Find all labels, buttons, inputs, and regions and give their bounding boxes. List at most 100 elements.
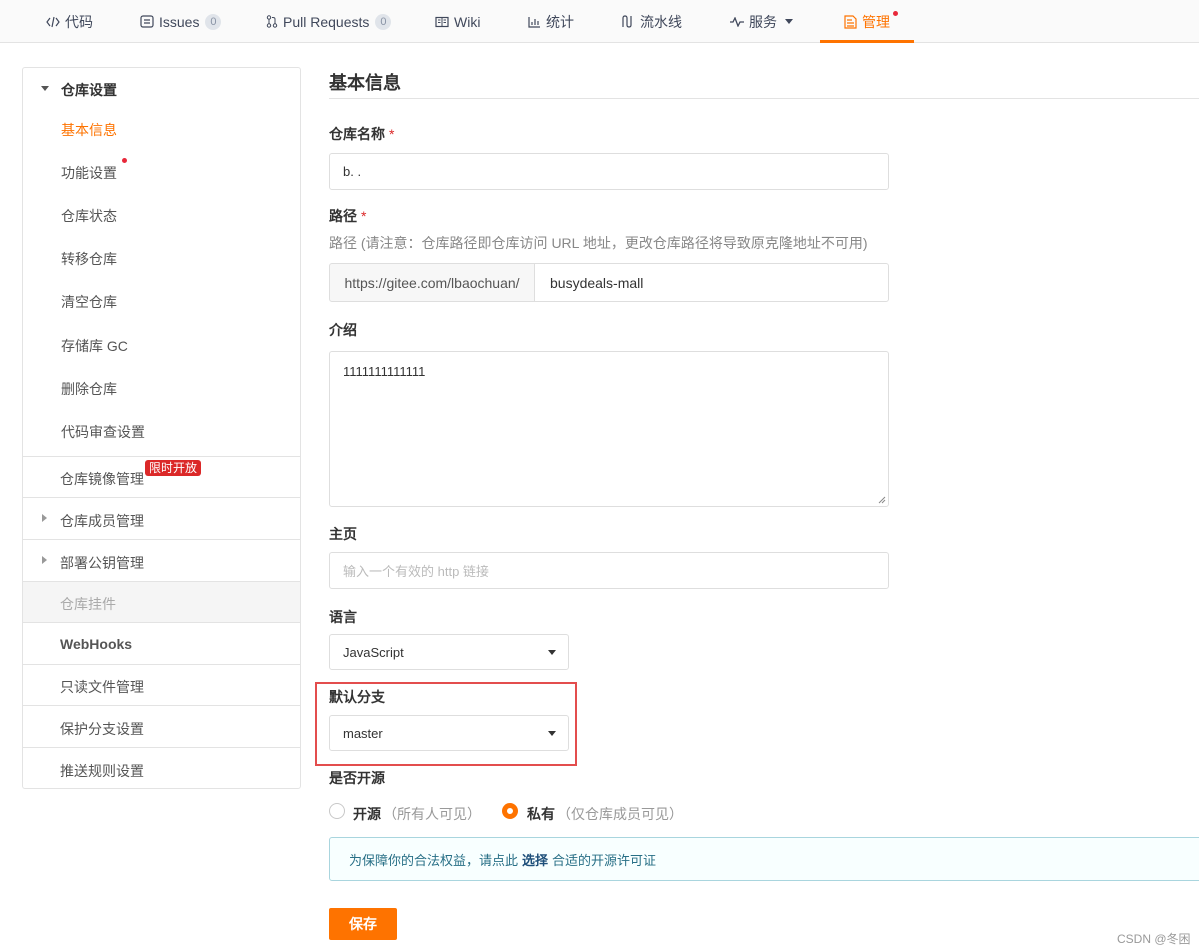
homepage-label: 主页 (329, 526, 357, 542)
pull-request-icon (266, 15, 278, 28)
sidebar-item-repo-status[interactable]: 仓库状态 (61, 206, 117, 226)
caret-right-icon (42, 514, 47, 522)
sidebar-section-push-rules-label: 推送规则设置 (60, 763, 144, 779)
pipeline-icon (621, 15, 635, 28)
tab-issues-label: Issues (159, 13, 200, 30)
radio-private-hint: （仅仓库成员可见） (557, 806, 683, 822)
intro-value: 1111111111111 (343, 364, 426, 379)
resize-grip-icon[interactable] (878, 496, 886, 504)
tab-code-label: 代码 (65, 13, 93, 30)
pull-requests-count-badge: 0 (375, 13, 392, 30)
repo-name-label-text: 仓库名称 (329, 126, 385, 142)
limited-open-badge: 限时开放 (145, 460, 202, 476)
tab-pipeline[interactable]: 流水线 (621, 0, 682, 43)
tab-stats-label: 统计 (546, 13, 574, 30)
sidebar-section-mirror-label: 仓库镜像管理 (60, 471, 144, 487)
service-icon (730, 16, 744, 27)
sidebar-section-members[interactable]: 仓库成员管理 (23, 497, 300, 539)
repo-tab-bar: 代码 Issues 0 Pull Requests 0 Wiki 统计 流水线 (0, 0, 1199, 43)
tab-service-label: 服务 (749, 13, 777, 30)
path-value: busydeals-mall (550, 274, 644, 291)
issues-icon (140, 15, 154, 28)
caret-down-icon (41, 86, 49, 91)
license-text-before: 为保障你的合法权益，请点此 (349, 852, 519, 868)
sidebar-section-widgets: 仓库挂件 (23, 581, 300, 622)
watermark: CSDN @冬困 (1117, 932, 1191, 946)
radio-open-label[interactable]: 开源 (353, 804, 381, 824)
dropdown-arrow-icon (548, 650, 556, 655)
chevron-down-icon (785, 19, 793, 24)
features-notification-dot (122, 158, 127, 163)
sidebar-item-basic-info[interactable]: 基本信息 (61, 120, 117, 140)
tab-service[interactable]: 服务 (730, 0, 793, 43)
language-value: JavaScript (343, 644, 404, 660)
sidebar-section-members-label: 仓库成员管理 (60, 513, 144, 529)
sidebar-section-webhooks-label: WebHooks (60, 636, 133, 652)
sidebar-item-transfer[interactable]: 转移仓库 (61, 249, 117, 269)
path-label-text: 路径 (329, 208, 357, 224)
language-select[interactable]: JavaScript (329, 634, 569, 670)
repo-name-label: 仓库名称 * (329, 124, 394, 144)
issues-count-badge: 0 (205, 13, 222, 30)
caret-right-icon (42, 556, 47, 564)
repo-name-input[interactable]: b. . (329, 153, 889, 190)
radio-open-hint: （所有人可见） (383, 806, 481, 822)
radio-private-label[interactable]: 私有 (527, 804, 555, 824)
sidebar-item-gc[interactable]: 存储库 GC (61, 336, 128, 356)
sidebar-section-readonly-files[interactable]: 只读文件管理 (23, 664, 300, 705)
homepage-input[interactable]: 输入一个有效的 http 链接 (329, 552, 889, 589)
tab-pipeline-label: 流水线 (640, 13, 682, 30)
active-tab-indicator (820, 40, 914, 43)
tab-stats[interactable]: 统计 (528, 0, 574, 43)
sidebar-section-mirror[interactable]: 仓库镜像管理 限时开放 (23, 456, 300, 497)
tab-wiki[interactable]: Wiki (435, 0, 480, 43)
default-branch-select[interactable]: master (329, 715, 569, 751)
sidebar-section-webhooks[interactable]: WebHooks (23, 622, 300, 664)
repo-name-value: b. . (343, 164, 362, 179)
sidebar-item-features[interactable]: 功能设置 (61, 163, 117, 183)
tab-pull-requests-label: Pull Requests (283, 13, 370, 30)
manage-notification-dot (893, 11, 898, 16)
required-mark: * (389, 126, 395, 142)
intro-label: 介绍 (329, 322, 357, 338)
sidebar-section-protected-branches-label: 保护分支设置 (60, 721, 144, 737)
sidebar-section-protected-branches[interactable]: 保护分支设置 (23, 705, 300, 747)
opensource-label: 是否开源 (329, 770, 385, 786)
stats-icon (528, 16, 541, 28)
language-label: 语言 (329, 609, 357, 625)
tab-manage-label: 管理 (862, 13, 890, 30)
manage-icon (844, 14, 857, 29)
default-branch-label: 默认分支 (329, 689, 385, 705)
path-hint: 路径 (请注意：仓库路径即仓库访问 URL 地址，更改仓库路径将导致原克隆地址不… (329, 235, 868, 251)
radio-open[interactable] (329, 803, 345, 819)
tab-issues[interactable]: Issues 0 (140, 0, 222, 43)
required-mark: * (361, 208, 367, 224)
sidebar-section-widgets-label: 仓库挂件 (60, 596, 116, 612)
license-select-link[interactable]: 选择 (522, 850, 548, 869)
radio-private[interactable] (502, 803, 518, 819)
homepage-placeholder: 输入一个有效的 http 链接 (343, 564, 489, 579)
sidebar-section-deploy-keys[interactable]: 部署公钥管理 (23, 539, 300, 581)
title-divider (329, 98, 1199, 99)
path-label: 路径 * (329, 206, 366, 226)
wiki-icon (435, 16, 449, 28)
sidebar-item-clear[interactable]: 清空仓库 (61, 292, 117, 312)
sidebar-section-readonly-files-label: 只读文件管理 (60, 679, 144, 695)
sidebar-item-code-review[interactable]: 代码审查设置 (61, 422, 145, 442)
sidebar-group-repo-settings[interactable]: 仓库设置 (61, 80, 117, 100)
license-text-after: 合适的开源许可证 (552, 852, 657, 868)
tab-wiki-label: Wiki (454, 13, 481, 30)
save-button[interactable]: 保存 (329, 908, 397, 940)
settings-sidebar: 仓库设置 基本信息 功能设置 仓库状态 转移仓库 清空仓库 存储库 GC 删除仓… (22, 67, 301, 789)
dropdown-arrow-icon (548, 731, 556, 736)
default-branch-value: master (343, 725, 383, 741)
sidebar-section-push-rules[interactable]: 推送规则设置 (23, 747, 300, 789)
sidebar-item-delete[interactable]: 删除仓库 (61, 379, 117, 399)
tab-manage[interactable]: 管理 (844, 0, 890, 43)
tab-code[interactable]: 代码 (46, 0, 93, 43)
path-input[interactable]: busydeals-mall (534, 263, 889, 302)
tab-pull-requests[interactable]: Pull Requests 0 (266, 0, 392, 43)
path-prefix: https://gitee.com/lbaochuan/ (329, 263, 535, 302)
intro-textarea[interactable]: 1111111111111 (329, 351, 889, 507)
license-info-box: 为保障你的合法权益，请点此 选择 合适的开源许可证 (329, 837, 1199, 881)
